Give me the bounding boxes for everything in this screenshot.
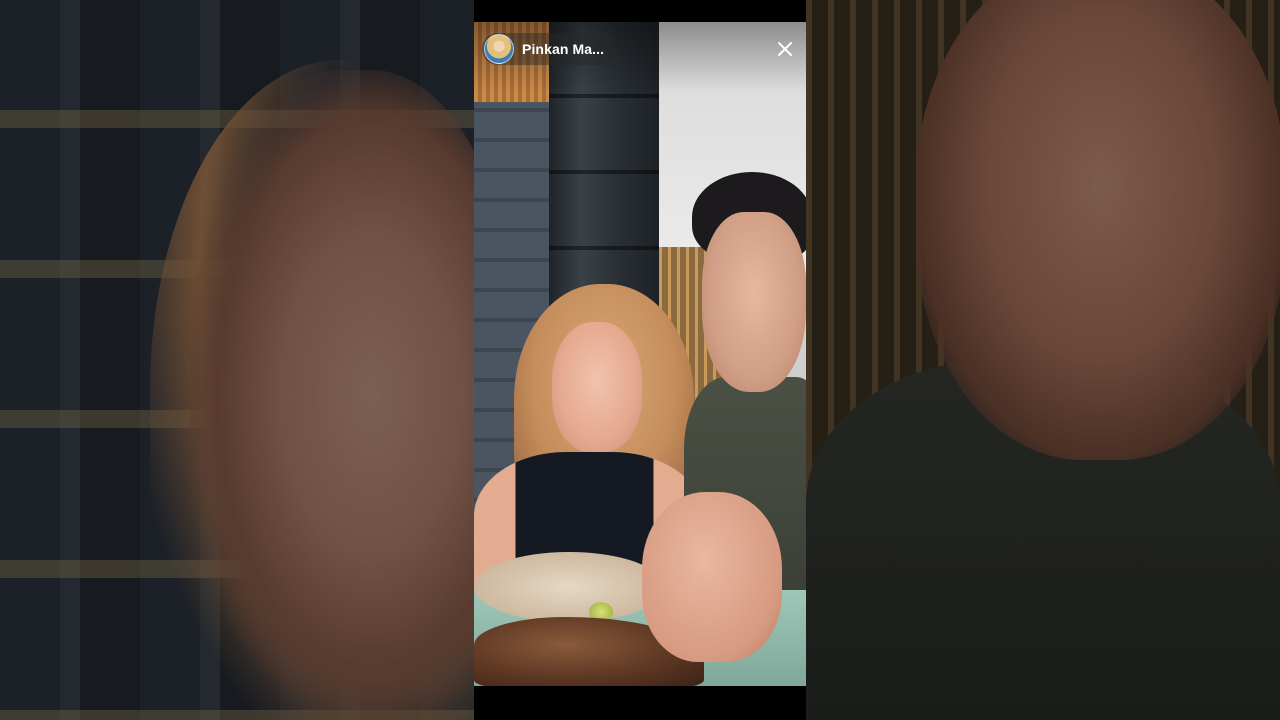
blurred-backdrop-right: [806, 0, 1280, 720]
close-button[interactable]: [774, 38, 796, 60]
story-video: [474, 22, 806, 686]
blurred-backdrop-left: [0, 0, 474, 720]
story-frame[interactable]: Pinkan Ma...: [474, 22, 806, 686]
story-viewer: Pinkan Ma...: [0, 0, 1280, 720]
story-author-chip[interactable]: Pinkan Ma...: [482, 33, 617, 65]
close-icon: [778, 42, 792, 56]
author-username[interactable]: Pinkan Ma...: [522, 41, 604, 57]
avatar[interactable]: [484, 34, 514, 64]
